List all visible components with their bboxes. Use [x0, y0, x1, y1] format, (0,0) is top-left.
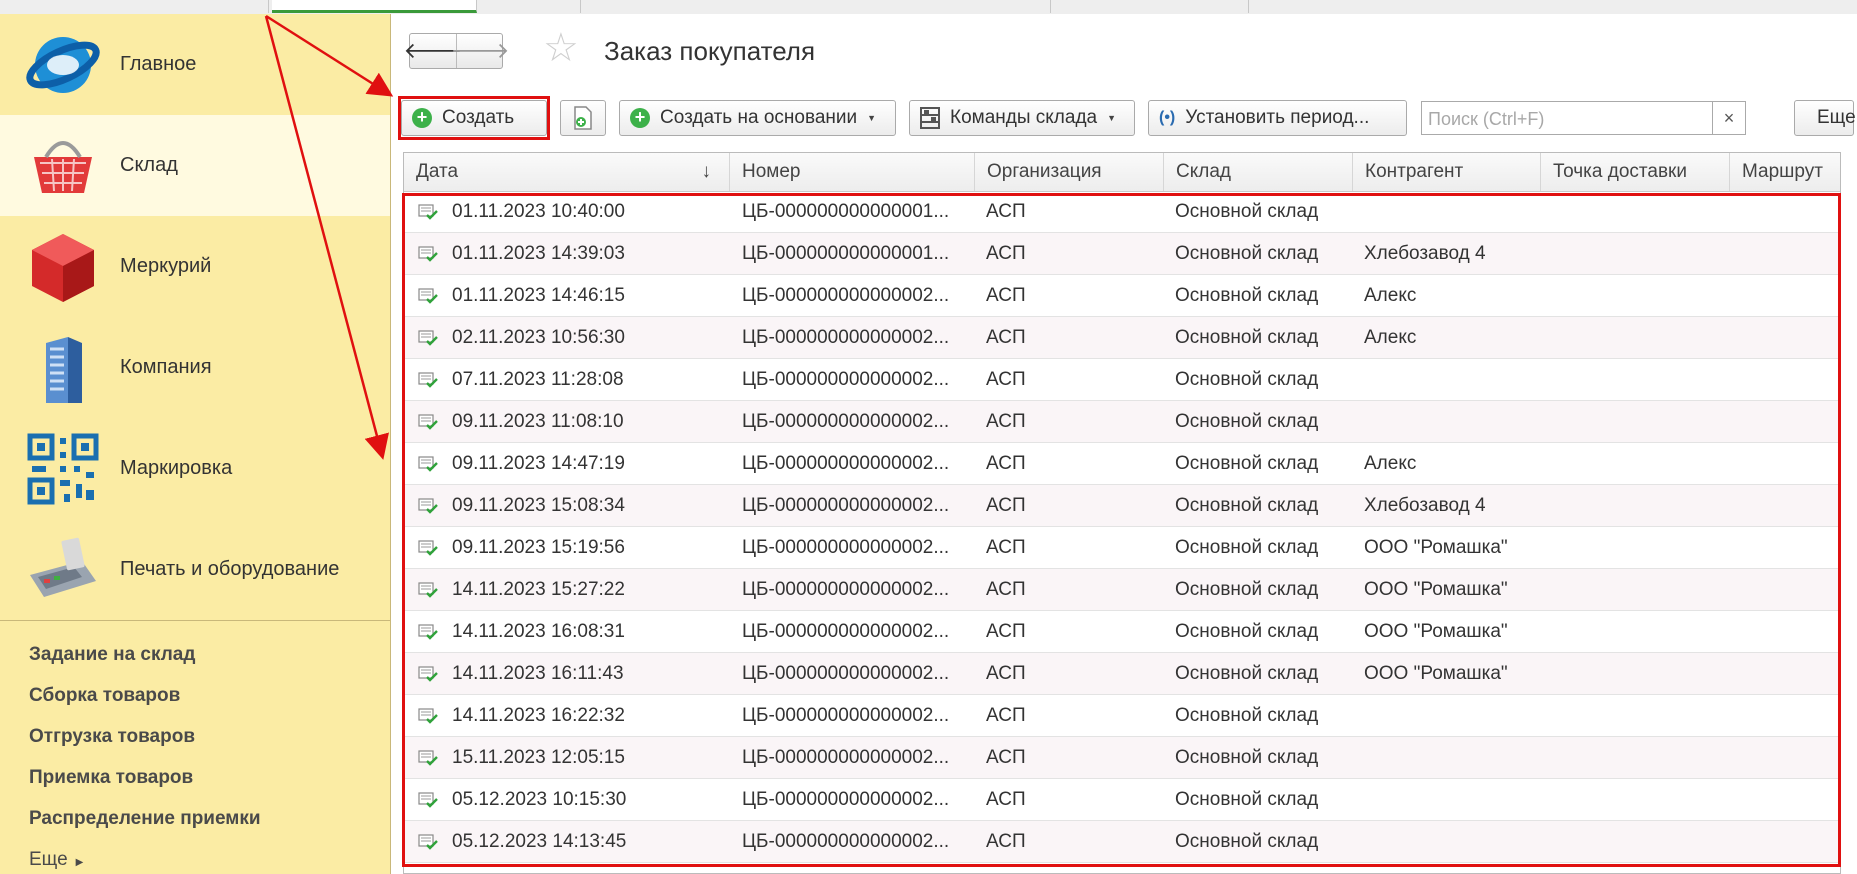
arrow-to-list [264, 15, 389, 460]
annotation-arrows [264, 14, 394, 460]
